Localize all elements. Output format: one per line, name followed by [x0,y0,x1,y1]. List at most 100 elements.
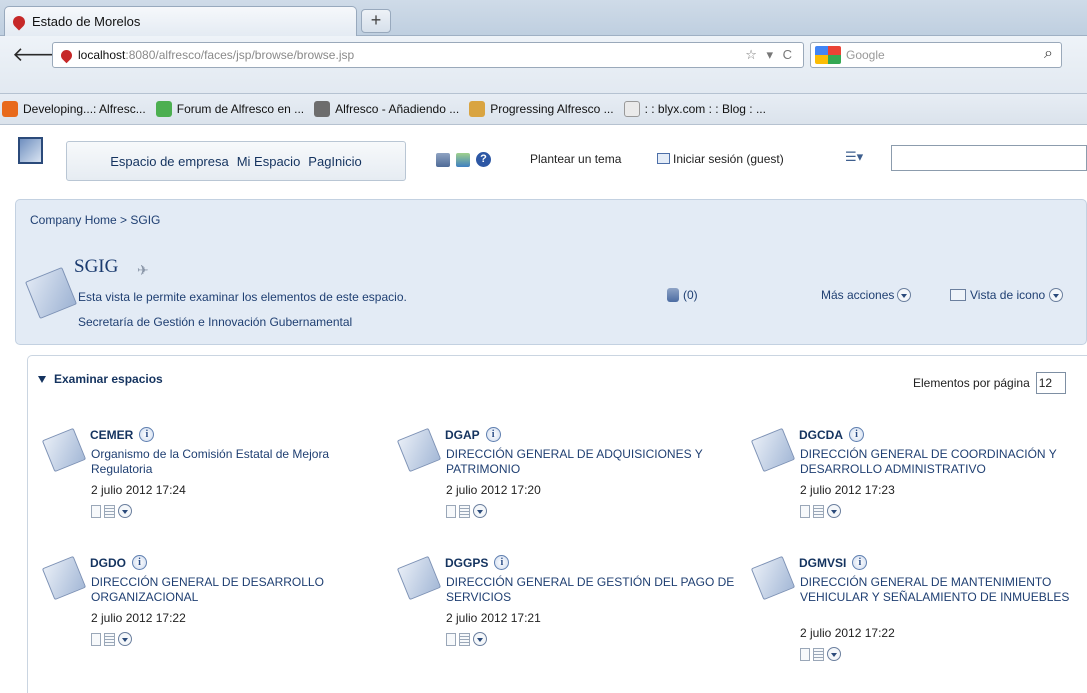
bookmark-icon [314,101,331,117]
document-icon[interactable] [446,504,456,518]
company-space-link[interactable]: Espacio de empresa [110,154,229,169]
space-actions [91,632,132,646]
info-icon[interactable]: i [485,427,501,442]
space-name[interactable]: DGDO i [90,555,147,570]
details-icon[interactable] [459,632,470,646]
more-actions-icon[interactable] [827,647,841,661]
my-space-link[interactable]: Mi Espacio [237,154,301,169]
info-icon[interactable]: i [132,555,147,570]
space-title: SGIG [74,256,119,277]
login-link[interactable]: Iniciar sesión (guest) [657,152,784,166]
space-name[interactable]: DGMVSI i [799,555,868,570]
users-icon[interactable] [436,152,450,167]
bookmark-icon [2,101,18,117]
space-icon [24,266,78,320]
favicon-icon [10,13,28,30]
document-icon[interactable] [91,632,101,646]
bookmark-item[interactable]: Developing...: Alfresc... [2,101,146,117]
breadcrumb[interactable]: Company Home > SGIG [30,213,160,227]
browser-search-bar[interactable]: Google ⌕ [810,42,1062,68]
rss-icon[interactable]: ✈ [137,262,149,279]
space-folder-icon[interactable] [750,555,796,601]
space-card[interactable]: DGAP i DIRECCIÓN GENERAL DE ADQUISICIONES… [396,424,745,559]
document-icon[interactable] [91,504,101,518]
browser-nav-bar: 🡐 localhost:8080/alfresco/faces/jsp/brow… [0,36,1087,94]
space-card[interactable]: DGGPS i DIRECCIÓN GENERAL DE GESTIÓN DEL … [396,552,745,687]
space-name[interactable]: DGCDA i [799,427,864,442]
space-description: DIRECCIÓN GENERAL DE DESARROLLO ORGANIZA… [91,575,324,604]
space-date: 2 julio 2012 17:24 [91,483,186,497]
space-folder-icon[interactable] [396,427,442,473]
new-tab-button[interactable]: + [361,9,391,33]
search-options-icon[interactable]: ☰▾ [845,149,863,165]
bookmark-icon [469,101,486,117]
pending-items[interactable]: (0) [667,288,698,302]
space-name[interactable]: DGAP i [445,427,501,442]
info-icon[interactable]: i [494,555,510,570]
space-name[interactable]: DGGPS i [445,555,510,570]
url-path: :8080/alfresco/faces/jsp/browse/browse.j… [125,48,355,62]
toolbar-icons: ? [436,152,491,167]
admin-console-icon[interactable] [456,152,470,167]
info-icon[interactable]: i [852,555,868,570]
bookmark-item[interactable]: : : blyx.com : : Blog : ... [623,101,766,117]
space-description: DIRECCIÓN GENERAL DE ADQUISICIONES Y PAT… [446,447,703,476]
alfresco-logo-icon[interactable] [18,137,43,164]
info-icon[interactable]: i [139,427,155,442]
details-icon[interactable] [813,647,824,661]
space-actions [446,504,487,518]
space-card[interactable]: CEMER i Organismo de la Comisión Estatal … [41,424,390,559]
items-per-page-input[interactable]: 12 [1035,372,1066,394]
alfresco-toolbar: Espacio de empresa Mi Espacio PagInicio … [0,125,1087,200]
tab-title: Estado de Morelos [32,14,141,29]
info-icon[interactable]: i [849,427,864,442]
panel-title[interactable]: Examinar espacios [38,372,163,386]
search-engine-placeholder: Google [846,48,885,62]
more-actions-icon[interactable] [473,632,487,646]
details-icon[interactable] [104,632,115,646]
document-icon[interactable] [800,504,810,518]
space-description: Organismo de la Comisión Estatal de Mejo… [91,447,330,476]
bookmark-item[interactable]: Forum de Alfresco en ... [155,101,304,117]
ask-topic-link[interactable]: Plantear un tema [530,152,621,166]
more-actions-icon[interactable] [473,504,487,518]
login-icon [657,153,670,164]
more-actions-menu[interactable]: Más acciones [821,288,912,302]
magnifier-icon[interactable]: ⌕ [1044,45,1053,63]
space-date: 2 julio 2012 17:23 [800,483,895,497]
space-folder-icon[interactable] [750,427,796,473]
space-description: DIRECCIÓN GENERAL DE MANTENIMIENTO VEHIC… [800,575,1070,604]
browser-tab[interactable]: Estado de Morelos [4,6,357,36]
items-per-page: Elementos por página 12 [913,372,1066,394]
space-navigator: Espacio de empresa Mi Espacio PagInicio [66,141,406,181]
details-icon[interactable] [813,504,824,518]
more-actions-icon[interactable] [827,504,841,518]
chevron-down-icon [1049,288,1064,302]
space-folder-icon[interactable] [396,555,442,601]
space-card[interactable]: DGMVSI i DIRECCIÓN GENERAL DE MANTENIMIEN… [750,552,1087,687]
bookmark-item[interactable]: Progressing Alfresco ... [469,101,614,117]
document-icon[interactable] [800,647,810,661]
document-icon[interactable] [446,632,456,646]
icon-view-icon [950,289,966,301]
details-icon[interactable] [459,504,470,518]
space-name[interactable]: CEMER i [90,427,155,442]
url-controls[interactable]: ☆ ▾ C [745,47,795,63]
help-icon[interactable]: ? [476,152,491,167]
space-folder-icon[interactable] [41,427,87,473]
home-page-link[interactable]: PagInicio [308,154,361,169]
view-mode-menu[interactable]: Vista de icono [950,288,1064,302]
space-actions [91,504,132,518]
bookmark-item[interactable]: Alfresco - Añadiendo ... [314,101,459,117]
space-folder-icon[interactable] [41,555,87,601]
details-icon[interactable] [104,504,115,518]
space-card[interactable]: DGCDA i DIRECCIÓN GENERAL DE COORDINACIÓN… [750,424,1087,559]
more-actions-icon[interactable] [118,504,132,518]
space-subdescription: Secretaría de Gestión e Innovación Guber… [78,315,353,329]
space-date: 2 julio 2012 17:22 [91,611,186,625]
space-card[interactable]: DGDO i DIRECCIÓN GENERAL DE DESARROLLO OR… [41,552,390,687]
address-bar[interactable]: localhost:8080/alfresco/faces/jsp/browse… [52,42,804,68]
space-header-panel: Company Home > SGIG SGIG ✈ Esta vista le… [15,199,1087,345]
more-actions-icon[interactable] [118,632,132,646]
search-input[interactable] [891,145,1087,171]
